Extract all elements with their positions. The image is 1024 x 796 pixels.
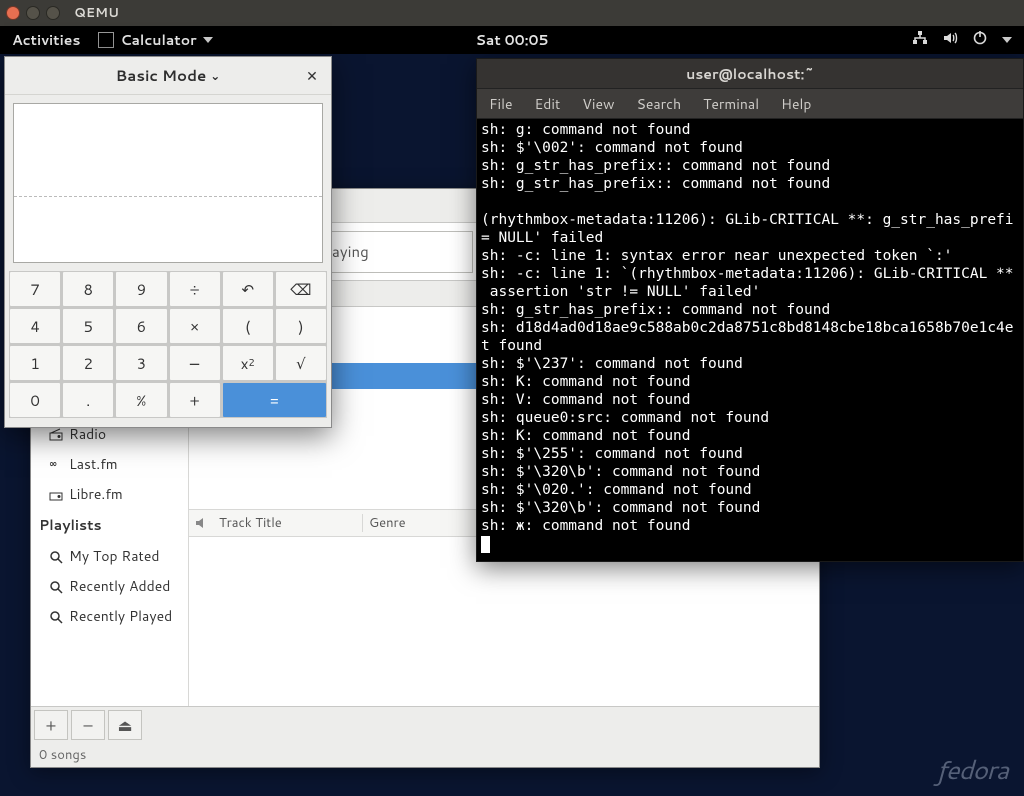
- app-menu[interactable]: Calculator: [98, 30, 212, 50]
- terminal-cursor: [481, 536, 490, 553]
- key-decimal[interactable]: .: [62, 382, 114, 418]
- terminal-menubar: File Edit View Search Terminal Help: [477, 89, 1023, 119]
- fedora-watermark: fedora: [937, 752, 1008, 788]
- sidebar-item-recently-played[interactable]: Recently Played: [31, 601, 188, 631]
- terminal-window: user@localhost:~ File Edit View Search T…: [476, 58, 1024, 562]
- key-multiply[interactable]: ×: [169, 308, 221, 344]
- terminal-output[interactable]: sh: g: command not found sh: $'\002': co…: [477, 119, 1023, 561]
- chevron-down-icon[interactable]: [1002, 37, 1012, 43]
- key-undo[interactable]: ↶: [222, 271, 274, 307]
- lastfm-icon: ∞: [49, 457, 63, 471]
- maximize-icon[interactable]: [46, 6, 60, 20]
- column-track-title[interactable]: Track Title: [213, 514, 363, 532]
- qemu-titlebar: QEMU: [0, 0, 1024, 26]
- chevron-down-icon: ⌄: [210, 67, 220, 84]
- menu-file[interactable]: File: [489, 94, 513, 114]
- clock[interactable]: Sat 00:05: [475, 30, 548, 50]
- add-button[interactable]: +: [34, 710, 68, 740]
- search-icon: [49, 579, 63, 593]
- menu-search[interactable]: Search: [637, 94, 682, 114]
- status-bar: 0 songs: [31, 743, 819, 767]
- key-percent[interactable]: %: [115, 382, 167, 418]
- radio-icon: [49, 427, 63, 441]
- sidebar-item-recently-added[interactable]: Recently Added: [31, 571, 188, 601]
- key-backspace[interactable]: ⌫: [275, 271, 327, 307]
- minimize-icon[interactable]: [26, 6, 40, 20]
- menu-terminal[interactable]: Terminal: [703, 94, 759, 114]
- key-square[interactable]: x2: [222, 345, 274, 381]
- activities-button[interactable]: Activities: [12, 30, 80, 50]
- key-9[interactable]: 9: [115, 271, 167, 307]
- key-1[interactable]: 1: [9, 345, 61, 381]
- key-3[interactable]: 3: [115, 345, 167, 381]
- mode-label: Basic Mode: [116, 65, 207, 86]
- key-square-x: x: [241, 353, 249, 374]
- close-icon[interactable]: [6, 6, 20, 20]
- key-rparen[interactable]: ): [275, 308, 327, 344]
- sidebar-item-top-rated[interactable]: My Top Rated: [31, 541, 188, 571]
- key-0[interactable]: 0: [9, 382, 61, 418]
- calculator-icon: [98, 32, 114, 48]
- power-icon[interactable]: [972, 30, 988, 51]
- key-7[interactable]: 7: [9, 271, 61, 307]
- key-lparen[interactable]: (: [222, 308, 274, 344]
- key-6[interactable]: 6: [115, 308, 167, 344]
- sidebar-item-label: My Top Rated: [69, 546, 159, 566]
- search-icon: [49, 609, 63, 623]
- menu-view[interactable]: View: [582, 94, 614, 114]
- sidebar-item-lastfm[interactable]: ∞ Last.fm: [31, 449, 188, 479]
- sidebar-item-label: Last.fm: [69, 454, 118, 474]
- search-icon: [49, 549, 63, 563]
- key-8[interactable]: 8: [62, 271, 114, 307]
- menu-help[interactable]: Help: [781, 94, 811, 114]
- sidebar-item-label: Recently Added: [69, 576, 170, 596]
- calculator-titlebar: Basic Mode ⌄ ✕: [5, 57, 331, 95]
- key-sqrt[interactable]: √: [275, 345, 327, 381]
- librefm-icon: [49, 487, 63, 501]
- key-4[interactable]: 4: [9, 308, 61, 344]
- speaker-icon: [189, 516, 213, 530]
- terminal-text: sh: g: command not found sh: $'\002': co…: [481, 122, 1014, 534]
- key-add[interactable]: +: [169, 382, 221, 418]
- app-menu-label: Calculator: [120, 30, 196, 50]
- sidebar-item-label: Libre.fm: [69, 484, 123, 504]
- qemu-title: QEMU: [74, 4, 119, 22]
- volume-icon[interactable]: [942, 30, 958, 51]
- remove-button[interactable]: –: [71, 710, 105, 740]
- track-grid-body: [189, 537, 819, 706]
- key-subtract[interactable]: −: [169, 345, 221, 381]
- display-divider: [14, 196, 322, 197]
- sidebar-item-librefm[interactable]: Libre.fm: [31, 479, 188, 509]
- key-divide[interactable]: ÷: [169, 271, 221, 307]
- mode-selector[interactable]: Basic Mode ⌄: [116, 65, 221, 86]
- close-button[interactable]: ✕: [303, 67, 321, 85]
- key-equals[interactable]: =: [222, 382, 327, 418]
- sidebar-header-playlists: Playlists: [31, 509, 188, 541]
- key-2[interactable]: 2: [62, 345, 114, 381]
- gnome-top-bar: Activities Calculator Sat 00:05: [0, 26, 1024, 54]
- terminal-title: user@localhost:~: [477, 59, 1023, 89]
- chevron-down-icon: [203, 37, 213, 43]
- key-5[interactable]: 5: [62, 308, 114, 344]
- key-square-exp: 2: [248, 356, 254, 370]
- calculator-keypad: 7 8 9 ÷ ↶ ⌫ 4 5 6 × ( ) 1 2 3 − x2 √ 0 .…: [9, 271, 327, 418]
- calculator-window: Basic Mode ⌄ ✕ 7 8 9 ÷ ↶ ⌫ 4 5 6 × ( ) 1…: [4, 56, 332, 428]
- menu-edit[interactable]: Edit: [535, 94, 561, 114]
- calculator-display[interactable]: [13, 103, 323, 263]
- sidebar-item-label: Recently Played: [69, 606, 172, 626]
- network-icon[interactable]: [912, 30, 928, 51]
- eject-button[interactable]: ⏏: [108, 710, 142, 740]
